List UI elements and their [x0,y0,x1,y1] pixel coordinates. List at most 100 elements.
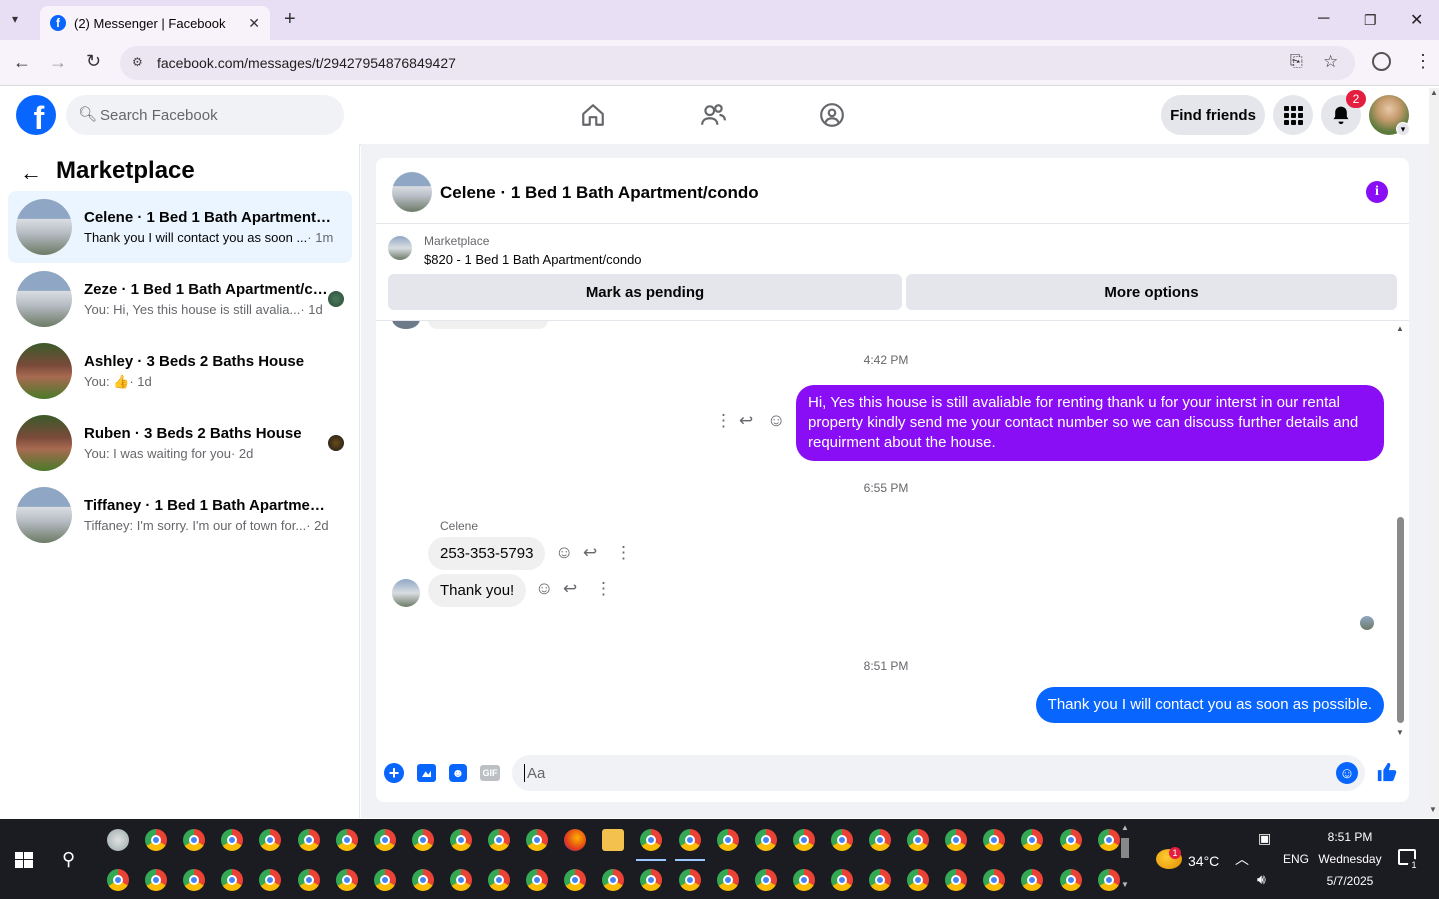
friends-icon[interactable] [700,102,726,133]
taskbar-browser-app-icon[interactable] [945,829,968,851]
scroll-down-icon[interactable]: ▼ [1396,728,1404,737]
taskbar-browser-app-icon[interactable] [636,829,667,861]
scroll-up-icon[interactable]: ▲ [1394,324,1406,333]
taskbar-browser-app-icon[interactable] [335,869,358,891]
restore-icon[interactable]: ❐ [1364,12,1377,29]
more-actions-icon[interactable]: ⋮ [715,411,732,431]
browser-tab-messenger[interactable]: f (2) Messenger | Facebook ✕ [40,6,270,40]
chat-scrollbar[interactable]: ▲ ▼ [1394,324,1406,740]
taskbar-browser-app-icon[interactable] [411,829,434,851]
taskbar-browser-app-icon[interactable] [983,869,1006,891]
taskbar-browser-app-icon[interactable] [107,869,129,891]
profile-icon[interactable] [1372,52,1391,71]
taskbar-browser-app-icon[interactable] [716,869,739,891]
conversation-item-celene[interactable]: Celene · 1 Bed 1 Bath Apartment/condo Th… [8,191,352,263]
taskbar-browser-app-icon[interactable] [716,829,739,851]
forward-arrow-icon[interactable]: → [49,52,67,73]
taskbar-browser-app-icon[interactable] [1097,869,1120,891]
minimize-icon[interactable]: ─ [1318,10,1329,28]
add-more-icon[interactable]: + [384,763,404,783]
taskbar-browser-app-icon[interactable] [145,829,168,851]
clock-day[interactable]: Wednesday [1310,852,1390,866]
taskbar-search-icon[interactable]: ⚲ [62,849,75,870]
taskbar-browser-app-icon[interactable] [564,869,587,891]
react-emoji-icon[interactable]: ☺ [535,578,553,599]
groups-icon[interactable] [819,102,845,133]
taskbar-browser-app-icon[interactable] [449,869,472,891]
taskbar-browser-app-icon[interactable] [945,869,968,891]
outgoing-message[interactable]: Hi, Yes this house is still avaliable fo… [796,385,1384,461]
find-friends-button[interactable]: Find friends [1161,95,1265,135]
info-icon[interactable]: i [1366,181,1388,203]
taskbar-browser-app-icon[interactable] [373,829,396,851]
taskbar-browser-app-icon[interactable] [1059,829,1082,851]
taskbar-browser-app-icon[interactable] [1097,829,1120,851]
more-actions-icon[interactable]: ⋮ [615,543,632,563]
chat-title[interactable]: Celene · 1 Bed 1 Bath Apartment/condo [440,183,759,203]
taskbar-browser-app-icon[interactable] [107,829,129,851]
reply-icon[interactable]: ↩ [739,411,753,431]
window-close-icon[interactable]: ✕ [1410,10,1423,30]
page-scrollbar[interactable]: ▲ [1429,88,1439,818]
address-bar[interactable]: ⚙ facebook.com/messages/t/29427954876849… [120,46,1355,80]
taskbar-browser-app-icon[interactable] [792,829,815,851]
volume-icon[interactable]: 🔊︎ [1257,871,1266,888]
taskbar-browser-app-icon[interactable] [1059,869,1082,891]
taskbar-browser-app-icon[interactable] [754,869,777,891]
chat-avatar[interactable] [392,172,432,212]
taskbar-browser-app-icon[interactable] [907,829,930,851]
incoming-message[interactable]: 253-353-5793 [428,537,546,570]
taskbar-browser-app-icon[interactable] [640,869,663,891]
listing-title[interactable]: $820 - 1 Bed 1 Bath Apartment/condo [424,252,642,267]
facebook-logo-icon[interactable]: f [16,95,56,135]
taskbar-browser-app-icon[interactable] [754,829,777,851]
taskbar-browser-app-icon[interactable] [145,869,168,891]
react-emoji-icon[interactable]: ☺ [555,542,573,563]
taskbar-browser-app-icon[interactable] [297,869,320,891]
reply-icon[interactable]: ↩ [583,543,597,563]
taskbar-browser-app-icon[interactable] [526,869,549,891]
new-tab-icon[interactable]: + [284,8,296,31]
taskbar-browser-app-icon[interactable] [221,829,244,851]
mark-as-pending-button[interactable]: Mark as pending [388,274,902,310]
taskbar-browser-app-icon[interactable] [183,829,206,851]
taskbar-browser-app-icon[interactable] [869,869,891,891]
taskbar-browser-app-icon[interactable] [983,829,1006,851]
taskbar-browser-app-icon[interactable] [1021,829,1044,851]
taskbar-browser-app-icon[interactable] [907,869,930,891]
taskbar-browser-app-icon[interactable] [488,869,510,891]
show-hidden-icons-icon[interactable]: ︿ [1235,849,1249,869]
taskbar-browser-app-icon[interactable] [1021,869,1044,891]
taskbar-app-scroll[interactable]: ▲ ▼ [1119,823,1131,895]
more-options-button[interactable]: More options [906,274,1397,310]
tab-close-icon[interactable]: ✕ [248,15,260,32]
gif-icon[interactable]: GIF [480,765,500,781]
listing-thumbnail[interactable] [388,236,412,260]
conversation-item-zeze[interactable]: Zeze · 1 Bed 1 Bath Apartment/condo You:… [8,263,352,335]
sender-avatar[interactable] [392,579,420,607]
taskbar-browser-app-icon[interactable] [830,869,853,891]
bookmark-star-icon[interactable]: ☆ [1323,52,1338,72]
conversation-item-ashley[interactable]: Ashley · 3 Beds 2 Baths House You: 👍 · 1… [8,335,352,407]
scrollbar-thumb[interactable] [1397,517,1404,723]
clock-time[interactable]: 8:51 PM [1310,830,1390,844]
home-icon[interactable] [580,102,606,133]
sticker-icon[interactable]: ☻ [449,764,467,782]
install-app-icon[interactable]: ⎘ [1290,53,1303,71]
taskbar-browser-app-icon[interactable] [602,869,625,891]
taskbar-browser-app-icon[interactable] [674,829,705,861]
language-indicator[interactable]: ENG [1283,852,1309,866]
site-settings-icon[interactable]: ⚙ [132,55,143,69]
taskbar-browser-app-icon[interactable] [488,829,510,851]
taskbar-browser-app-icon[interactable] [297,829,320,851]
attach-photo-icon[interactable] [417,764,436,782]
conversation-item-ruben[interactable]: Ruben · 3 Beds 2 Baths House You: I was … [8,407,352,479]
menu-grid-icon[interactable] [1273,95,1313,135]
outgoing-message[interactable]: Thank you I will contact you as soon as … [1035,687,1384,723]
back-arrow-icon[interactable]: ← [13,52,31,73]
page-scroll-down-icon[interactable]: ▼ [1429,805,1437,814]
back-icon[interactable]: ← [20,160,42,186]
reply-icon[interactable]: ↩ [563,579,577,599]
taskbar-browser-app-icon[interactable] [792,869,815,891]
like-thumbs-up-icon[interactable] [1376,761,1398,789]
